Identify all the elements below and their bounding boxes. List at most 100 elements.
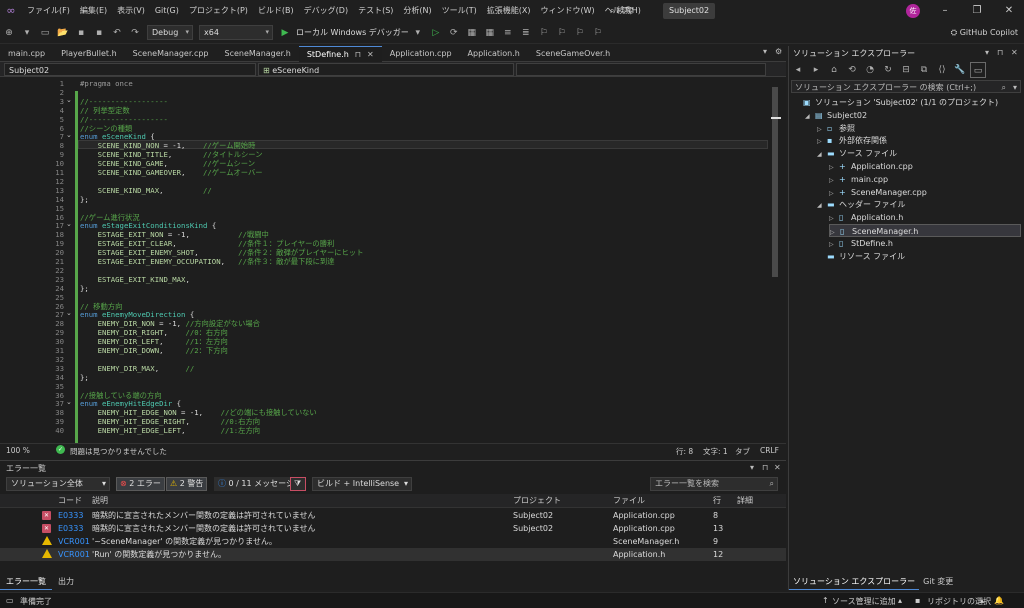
tree-item[interactable]: ▷ ▯ SceneManager.h <box>829 224 1021 237</box>
solution-name-badge[interactable]: Subject02 <box>663 3 716 19</box>
panel-dropdown-icon[interactable]: ▾ <box>750 463 754 472</box>
doc-tab[interactable]: SceneManager.h <box>217 46 299 62</box>
solution-tab-1[interactable]: Git 変更 <box>919 575 957 589</box>
menu-item[interactable]: ウィンドウ(W) <box>536 0 600 22</box>
toolbar-grid-icon[interactable]: ▦ <box>464 25 480 41</box>
configuration-select[interactable]: Debug ▾ <box>147 25 193 40</box>
sol-showall-icon[interactable]: ⧉ <box>916 62 932 78</box>
toolbar-grid-icon-2[interactable]: ▦ <box>482 25 498 41</box>
menu-item[interactable]: Git(G) <box>150 0 184 22</box>
tree-item[interactable]: ▬ リソース ファイル <box>817 250 905 263</box>
column-indicator[interactable]: 文字: 1 <box>703 446 728 457</box>
tree-expander-icon[interactable]: ◢ <box>817 199 827 212</box>
fold-toggle-icon[interactable]: ⌄ <box>66 131 72 139</box>
sol-sync-icon[interactable]: ⟲ <box>844 62 860 78</box>
sol-code-icon[interactable]: ⟨⟩ <box>934 62 950 78</box>
tree-expander-icon[interactable]: ◢ <box>817 148 827 161</box>
error-code[interactable]: VCR001 <box>58 548 90 561</box>
menu-item[interactable]: 編集(E) <box>75 0 112 22</box>
open-folder-icon[interactable]: ▭ <box>37 25 53 41</box>
save-icon[interactable]: ▪ <box>73 25 89 41</box>
sol-dropdown-icon[interactable]: ▾ <box>985 48 989 57</box>
error-code[interactable]: E0333 <box>58 522 83 535</box>
tree-item[interactable]: ▷ ▯ StDefine.h <box>829 237 893 250</box>
sol-preview-icon[interactable]: ▭ <box>970 62 986 78</box>
issues-status[interactable]: 問題は見つかりませんでした <box>70 446 167 457</box>
doc-tab[interactable]: StDefine.h ⊓ ✕ <box>298 45 382 62</box>
new-item-icon[interactable]: ⊕ <box>1 25 17 41</box>
menu-item[interactable]: 分析(N) <box>398 0 436 22</box>
solution-search-input[interactable]: ソリューション エクスプローラー の検索 (Ctrl+;) ⌕ ▾ <box>791 80 1021 93</box>
menu-item[interactable]: テスト(S) <box>353 0 398 22</box>
fold-toggle-icon[interactable]: ⌄ <box>66 96 72 104</box>
undo-icon[interactable]: ↶ <box>109 25 125 41</box>
open-file-icon[interactable]: 📂 <box>55 25 71 41</box>
code-editor[interactable]: 1 #pragma once 2 3 ⌄//------------------ 4// … <box>0 77 786 443</box>
col-project[interactable]: プロジェクト <box>513 494 561 507</box>
bookmark-next-icon[interactable]: ⚐ <box>572 25 588 41</box>
sol-close-icon[interactable]: ✕ <box>1011 48 1018 57</box>
pin-icon[interactable]: ⊓ <box>355 50 361 59</box>
minimize-icon[interactable]: – <box>930 0 960 22</box>
col-code[interactable]: コード <box>58 494 82 507</box>
menu-item[interactable]: 拡張機能(X) <box>482 0 536 22</box>
errors-filter-button[interactable]: ⊗ 2 エラー <box>116 477 165 491</box>
doc-tab[interactable]: SceneGameOver.h <box>528 46 618 62</box>
tree-item[interactable]: ▷ ▫ 参照 <box>817 122 855 135</box>
menu-item[interactable]: ビルド(B) <box>253 0 299 22</box>
col-line[interactable]: 行 <box>713 494 721 507</box>
error-row[interactable]: VCR001 '~SceneManager' の関数定義が見つかりません。 Scen… <box>0 535 786 548</box>
start-debug-icon[interactable]: ▶ <box>277 25 293 41</box>
error-row[interactable]: ✕ E0333 暗黙的に宣言されたメンバー関数の定義は許可されていません Subjec… <box>0 509 786 522</box>
zoom-level[interactable]: 100 % <box>6 446 30 455</box>
notifications-icon[interactable]: 🔔 <box>994 596 1004 605</box>
menu-item[interactable]: ファイル(F) <box>22 0 75 22</box>
tab-indicator[interactable]: タブ <box>735 446 750 457</box>
error-code[interactable]: VCR001 <box>58 535 90 548</box>
error-scope-select[interactable]: ソリューション全体 ▾ <box>6 477 110 491</box>
bookmark-prev-icon[interactable]: ⚐ <box>554 25 570 41</box>
panel-close-icon[interactable]: ✕ <box>774 463 781 472</box>
run-dropdown-icon[interactable]: ▾ <box>410 25 426 41</box>
line-indicator[interactable]: 行: 8 <box>676 446 693 457</box>
account-avatar[interactable]: 佐 <box>906 4 920 18</box>
uncomment-icon[interactable]: ≣ <box>518 25 534 41</box>
close-tab-icon[interactable]: ✕ <box>367 50 374 59</box>
eol-indicator[interactable]: CRLF <box>760 446 779 455</box>
doc-tab[interactable]: Application.cpp <box>382 46 460 62</box>
bookmark-icon[interactable]: ⚐ <box>536 25 552 41</box>
scope-combo[interactable]: ⊞ eSceneKind <box>258 63 514 76</box>
sol-home-icon[interactable]: ⌂ <box>826 62 842 78</box>
menu-item[interactable]: ツール(T) <box>437 0 482 22</box>
col-detail[interactable]: 詳細 <box>737 494 753 507</box>
build-filter-select[interactable]: ビルド + IntelliSense ▾ <box>312 477 412 491</box>
doc-tab[interactable]: PlayerBullet.h <box>53 46 125 62</box>
error-code[interactable]: E0333 <box>58 509 83 522</box>
close-window-icon[interactable]: ✕ <box>994 0 1024 22</box>
platform-select[interactable]: x64 ▾ <box>199 25 273 40</box>
run-debugger-button[interactable]: ローカル Windows デバッガー <box>296 27 409 38</box>
sol-properties-icon[interactable]: 🔧 <box>952 62 968 78</box>
menu-item[interactable]: プロジェクト(P) <box>184 0 253 22</box>
filter-toggle-icon[interactable]: ⧩ <box>290 477 306 491</box>
source-control-button[interactable]: ソース管理に追加 <box>832 596 896 607</box>
doc-tab[interactable]: Application.h <box>460 46 528 62</box>
sol-collapse-icon[interactable]: ⊟ <box>898 62 914 78</box>
error-row[interactable]: ✕ E0333 暗黙的に宣言されたメンバー関数の定義は許可されていません Subjec… <box>0 522 786 535</box>
tree-item[interactable]: ▷ + Application.cpp <box>829 160 913 173</box>
error-row[interactable]: VCR001 'Run' の関数定義が見つかりません。 Application.h 1… <box>0 548 786 561</box>
panel-pin-icon[interactable]: ⊓ <box>762 463 768 472</box>
tree-item[interactable]: ▣ ソリューション 'Subject02' (1/1 のプロジェクト) <box>793 96 998 109</box>
fold-toggle-icon[interactable]: ⌄ <box>66 309 72 317</box>
save-all-icon[interactable]: ▪ <box>91 25 107 41</box>
tab-settings-gear-icon[interactable]: ⚙ <box>775 47 782 56</box>
start-without-debug-icon[interactable]: ▷ <box>428 25 444 41</box>
messages-filter-button[interactable]: ⓘ 0 / 11 メッセージ <box>214 477 298 491</box>
sol-pending-icon[interactable]: ◔ <box>862 62 878 78</box>
fold-toggle-icon[interactable]: ⌄ <box>66 398 72 406</box>
fold-toggle-icon[interactable]: ⌄ <box>66 220 72 228</box>
member-combo[interactable] <box>516 63 766 76</box>
doc-tab[interactable]: SceneManager.cpp <box>125 46 217 62</box>
github-copilot-button[interactable]: ⛭ GitHub Copilot <box>951 22 1018 44</box>
menu-item[interactable]: デバッグ(D) <box>299 0 353 22</box>
